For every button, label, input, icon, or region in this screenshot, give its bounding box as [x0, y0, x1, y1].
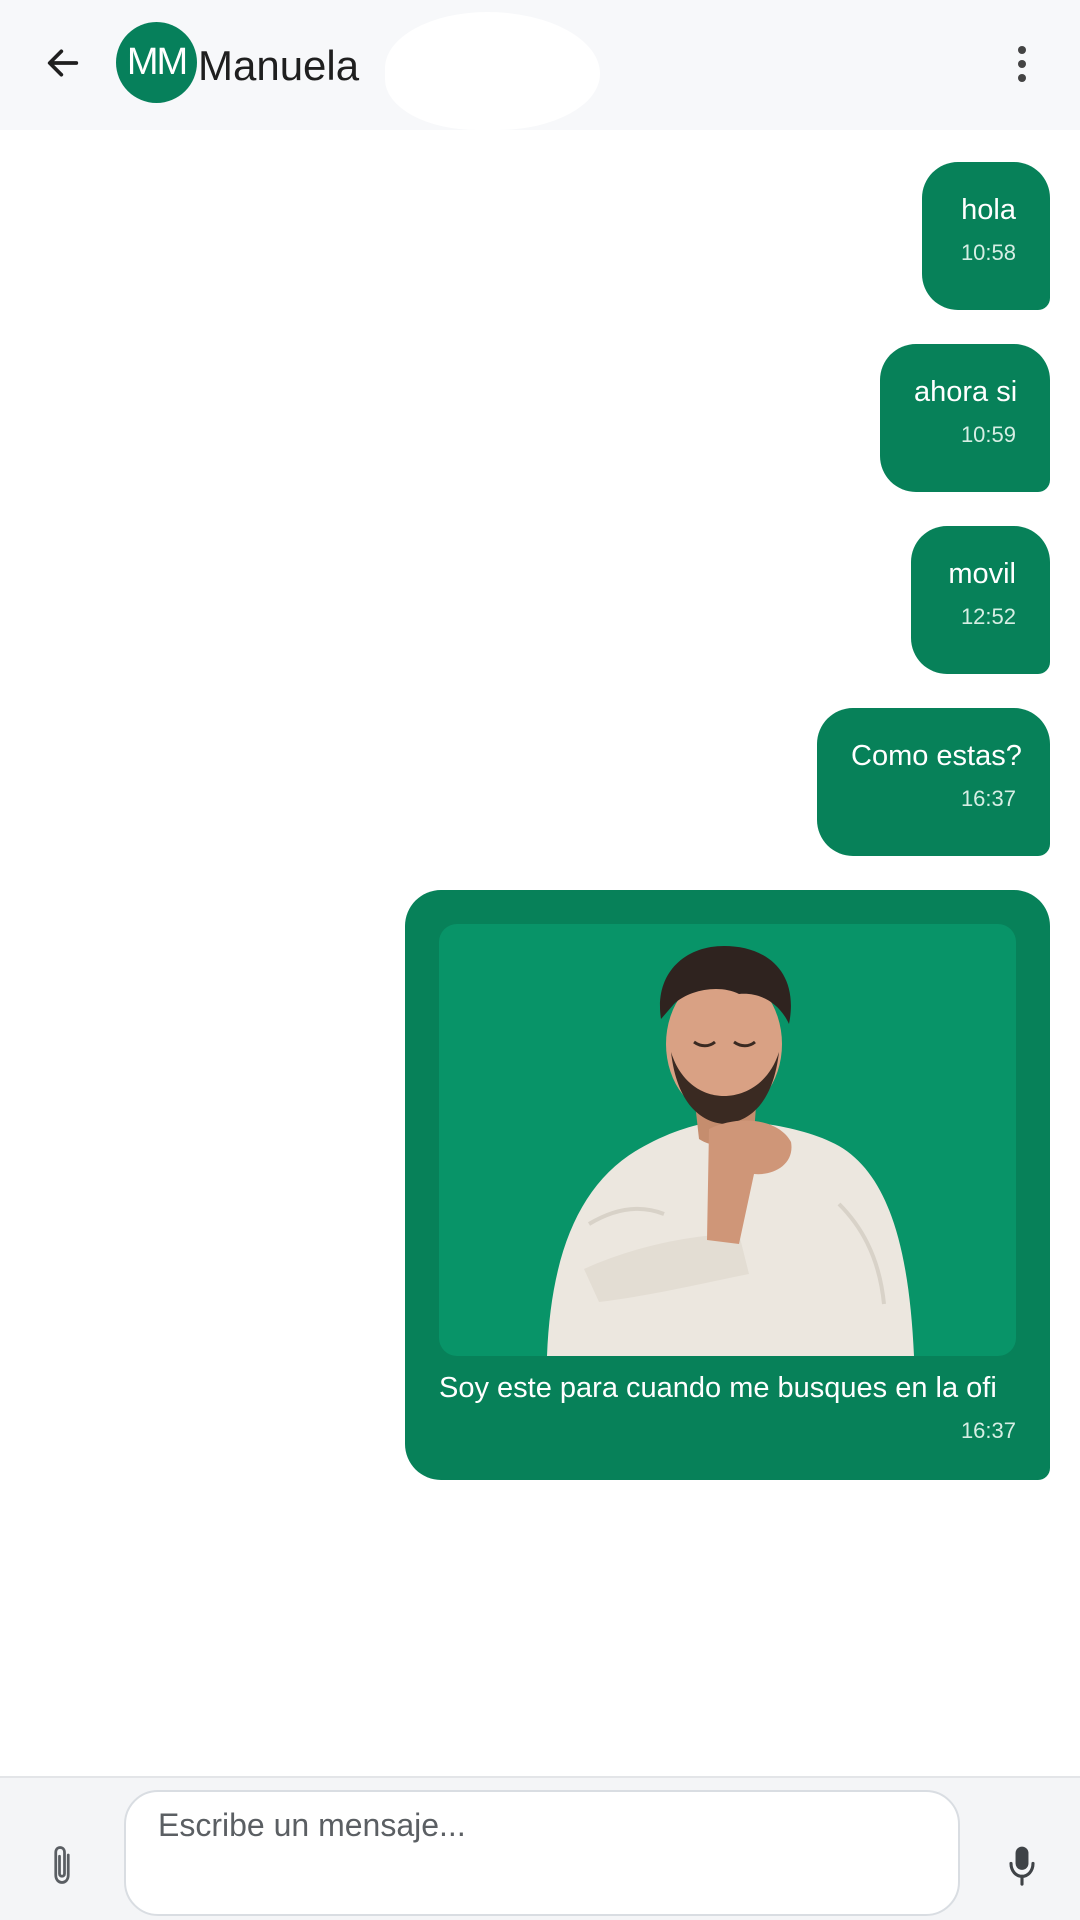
avatar[interactable]: MM — [116, 22, 197, 103]
person-sticker-icon — [547, 946, 914, 1356]
message-text: Como estas? — [851, 740, 1022, 772]
back-button[interactable] — [40, 38, 86, 88]
chat-screen: MM Manuela hola 10:58 ahora si 10:59 mov… — [0, 0, 1080, 1920]
attach-button[interactable] — [44, 1838, 80, 1892]
sticker-caption: Soy este para cuando me busques en la of… — [439, 1372, 997, 1404]
message-text: movil — [948, 558, 1016, 590]
message-time: 16:37 — [960, 1418, 1016, 1443]
message-bubble[interactable]: hola 10:58 — [922, 162, 1050, 310]
sticker-image[interactable] — [439, 924, 1016, 1356]
sticker-message-bubble[interactable]: Soy este para cuando me busques en la of… — [405, 890, 1050, 1480]
message-bubble[interactable]: ahora si 10:59 — [880, 344, 1050, 492]
message-time: 12:52 — [960, 604, 1016, 629]
more-options-button[interactable] — [1002, 36, 1042, 92]
microphone-icon — [1009, 1846, 1035, 1886]
message-input[interactable] — [124, 1790, 960, 1916]
more-vertical-icon — [1018, 46, 1026, 82]
message-bubble[interactable]: Como estas? 16:37 — [817, 708, 1050, 856]
message-time: 16:37 — [960, 786, 1016, 811]
paperclip-icon — [54, 1846, 70, 1884]
contact-name[interactable]: Manuela — [198, 38, 359, 94]
message-time: 10:58 — [960, 240, 1016, 265]
message-bubble[interactable]: movil 12:52 — [911, 526, 1050, 674]
message-time: 10:59 — [960, 422, 1016, 447]
redaction-mark — [385, 12, 600, 130]
message-list[interactable]: hola 10:58 ahora si 10:59 movil 12:52 Co… — [0, 130, 1080, 1775]
message-composer — [0, 1776, 1080, 1920]
message-text: ahora si — [914, 376, 1018, 408]
message-text: hola — [961, 194, 1016, 226]
arrow-left-icon — [47, 49, 79, 77]
microphone-button[interactable] — [1004, 1838, 1040, 1894]
chat-header: MM Manuela — [0, 0, 1080, 130]
